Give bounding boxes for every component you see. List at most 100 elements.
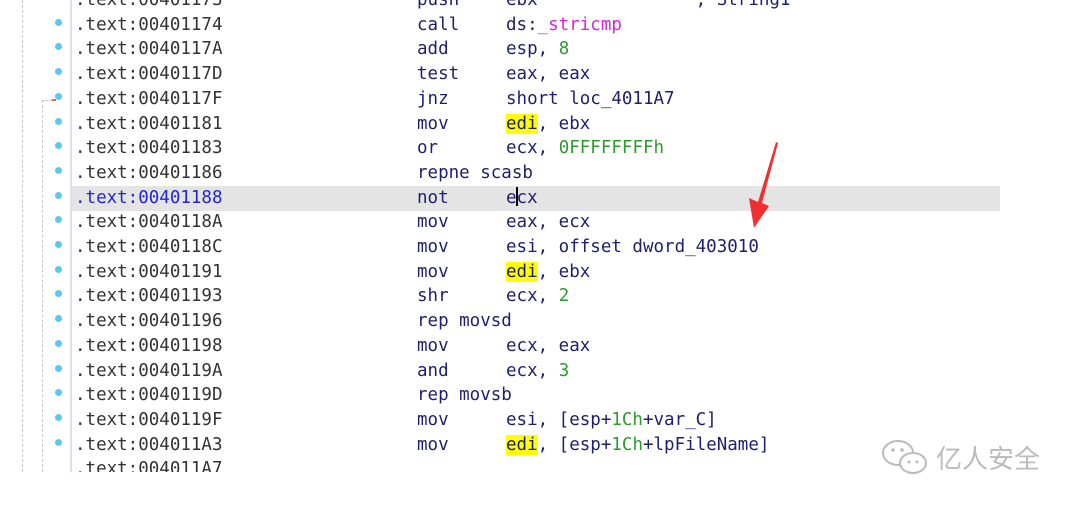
disasm-row[interactable]: .text:0040119A and ecx, 3	[55, 359, 1000, 384]
breakpoint-dot-icon[interactable]	[55, 241, 62, 248]
operands: edi, [esp+1Ch+lpFileName]	[506, 433, 769, 458]
operands: ds:_stricmp	[506, 13, 622, 38]
operand-part: ecx, eax	[506, 335, 591, 356]
breakpoint-dot-icon[interactable]	[55, 92, 62, 100]
disasm-row[interactable]: .text:00401181 mov edi, ebx	[55, 112, 1000, 137]
highlighted-register: edi	[506, 261, 538, 282]
breakpoint-dot-icon[interactable]	[55, 265, 62, 273]
address: .text:00401174	[75, 14, 223, 35]
breakpoint-dot-icon[interactable]	[55, 216, 62, 224]
breakpoint-dot-icon[interactable]	[55, 339, 62, 347]
disasm-row[interactable]: .text:0040118C mov esi, offset dword_40301…	[55, 235, 1000, 260]
operand-part: , ebx	[537, 113, 591, 134]
operand-part: esi, offset dword_403010	[506, 237, 759, 257]
disasm-row[interactable]: .text:00401188 not ecx	[55, 185, 1000, 211]
breakpoint-dot-icon[interactable]	[55, 389, 62, 397]
operand-part: +var_C]	[642, 409, 717, 430]
operands: short loc_4011A7	[506, 87, 675, 112]
breakpoint-dot-icon[interactable]	[55, 166, 62, 174]
mnemonic: and	[417, 360, 449, 381]
operands: ecx, 2	[506, 284, 569, 309]
mnemonic: add	[417, 39, 449, 60]
address: .text:0040119A	[75, 360, 223, 381]
operands: eax, ecx	[506, 210, 590, 235]
operand-part: +lpFileName]	[642, 434, 770, 455]
operand-part: ecx,	[506, 360, 559, 381]
address: .text:00401188	[75, 187, 223, 208]
operand-part: 0FFFFFFFFh	[558, 138, 665, 159]
operand-part: 3	[558, 360, 570, 381]
disasm-row[interactable]: .text:00401193 shr ecx, 2	[55, 284, 1000, 309]
mnemonic: repne scasb	[417, 162, 533, 183]
operands: ecx, eax	[506, 334, 590, 359]
operands: edi, ebx	[506, 112, 590, 137]
disasm-row[interactable]: .text:0040119F mov esi, [esp+1Ch+var_C]	[55, 408, 1000, 433]
mnemonic: push	[417, 0, 460, 10]
mnemonic: mov	[417, 409, 449, 430]
operand-part: ecx,	[506, 138, 559, 159]
breakpoint-dot-icon[interactable]	[55, 191, 62, 199]
breakpoint-dot-icon[interactable]	[55, 43, 62, 51]
operands: ebx ; String1	[506, 0, 790, 13]
jump-marker	[52, 99, 56, 101]
disasm-row[interactable]: .text:00401174 call ds:_stricmp	[55, 13, 1000, 38]
breakpoint-dot-icon[interactable]	[55, 438, 62, 446]
operand-part: ecx,	[506, 286, 559, 307]
disasm-row[interactable]: .text:00401186 repne scasb	[55, 161, 1000, 186]
operands: esp, 8	[506, 37, 569, 62]
mnemonic: mov	[417, 113, 449, 134]
disassembly-view[interactable]: .text:00401173 push ebx ; String1 .text:004…	[0, 0, 1080, 472]
disasm-row[interactable]: .text:00401191 mov edi, ebx	[55, 260, 1000, 285]
operand-part: eax, ecx	[506, 212, 591, 233]
disasm-row[interactable]: .text:00401183 or ecx, 0FFFFFFFFh	[55, 136, 1000, 161]
address: .text:0040118A	[75, 212, 223, 233]
mnemonic: shr	[417, 286, 449, 307]
highlighted-register: edi	[506, 113, 538, 134]
operand-part: cx	[516, 187, 538, 208]
mnemonic: test	[417, 64, 460, 85]
address: .text:004011A7	[75, 459, 223, 472]
breakpoint-dot-icon[interactable]	[55, 364, 62, 372]
mnemonic: or	[417, 138, 439, 159]
disasm-row[interactable]: .text:00401198 mov ecx, eax	[55, 334, 1000, 359]
address: .text:00401196	[75, 311, 223, 332]
disasm-row[interactable]: .text:00401173 push ebx ; String1	[72, 0, 1000, 13]
address: .text:0040118C	[75, 237, 223, 257]
breakpoint-dot-icon[interactable]	[55, 290, 62, 298]
disasm-row[interactable]: .text:0040117D test eax, eax	[55, 62, 1000, 87]
address: .text:00401198	[75, 335, 223, 356]
address: .text:00401181	[75, 113, 223, 134]
mnemonic: rep movsd	[417, 311, 512, 332]
address: .text:00401173	[75, 0, 223, 10]
breakpoint-dot-icon[interactable]	[55, 117, 62, 125]
disasm-row[interactable]: .text:0040117A add esp, 8	[55, 37, 1000, 62]
operands: edi, ebx	[506, 260, 590, 285]
address: .text:0040119F	[75, 409, 223, 430]
breakpoint-dot-icon[interactable]	[55, 142, 62, 150]
disasm-row[interactable]: .text:0040117F jnz short loc_4011A7	[55, 87, 1000, 112]
breakpoint-dot-icon[interactable]	[55, 18, 62, 26]
operand-part: _stricmp	[537, 14, 622, 35]
disasm-row[interactable]: .text:0040119D rep movsb	[55, 383, 1000, 408]
breakpoint-dot-icon[interactable]	[55, 413, 62, 421]
wechat-icon	[882, 440, 927, 474]
disasm-row[interactable]: .text:0040118A mov eax, ecx	[55, 210, 1000, 235]
operand-part: ebx	[506, 0, 538, 10]
disasm-row[interactable]: .text:004011A7	[72, 457, 1000, 472]
mnemonic: mov	[417, 434, 449, 455]
flow-line	[42, 100, 43, 472]
mnemonic: mov	[417, 261, 449, 282]
operands: esi, [esp+1Ch+var_C]	[506, 408, 717, 433]
operand-part: esi, [esp+	[506, 409, 612, 430]
address: .text:0040117F	[75, 88, 223, 109]
breakpoint-dot-icon[interactable]	[55, 315, 62, 323]
flow-line	[22, 0, 23, 472]
disasm-row[interactable]: .text:004011A3 mov edi, [esp+1Ch+lpFileNam…	[55, 433, 1000, 458]
operand-part: 8	[558, 39, 570, 60]
operand-part: short loc_4011A7	[506, 88, 675, 109]
operand-part: 1Ch	[611, 409, 643, 430]
breakpoint-dot-icon[interactable]	[55, 68, 62, 76]
operand-part: eax, eax	[506, 64, 591, 85]
disasm-row[interactable]: .text:00401196 rep movsd	[55, 309, 1000, 334]
operand-part: , ebx	[537, 261, 591, 282]
